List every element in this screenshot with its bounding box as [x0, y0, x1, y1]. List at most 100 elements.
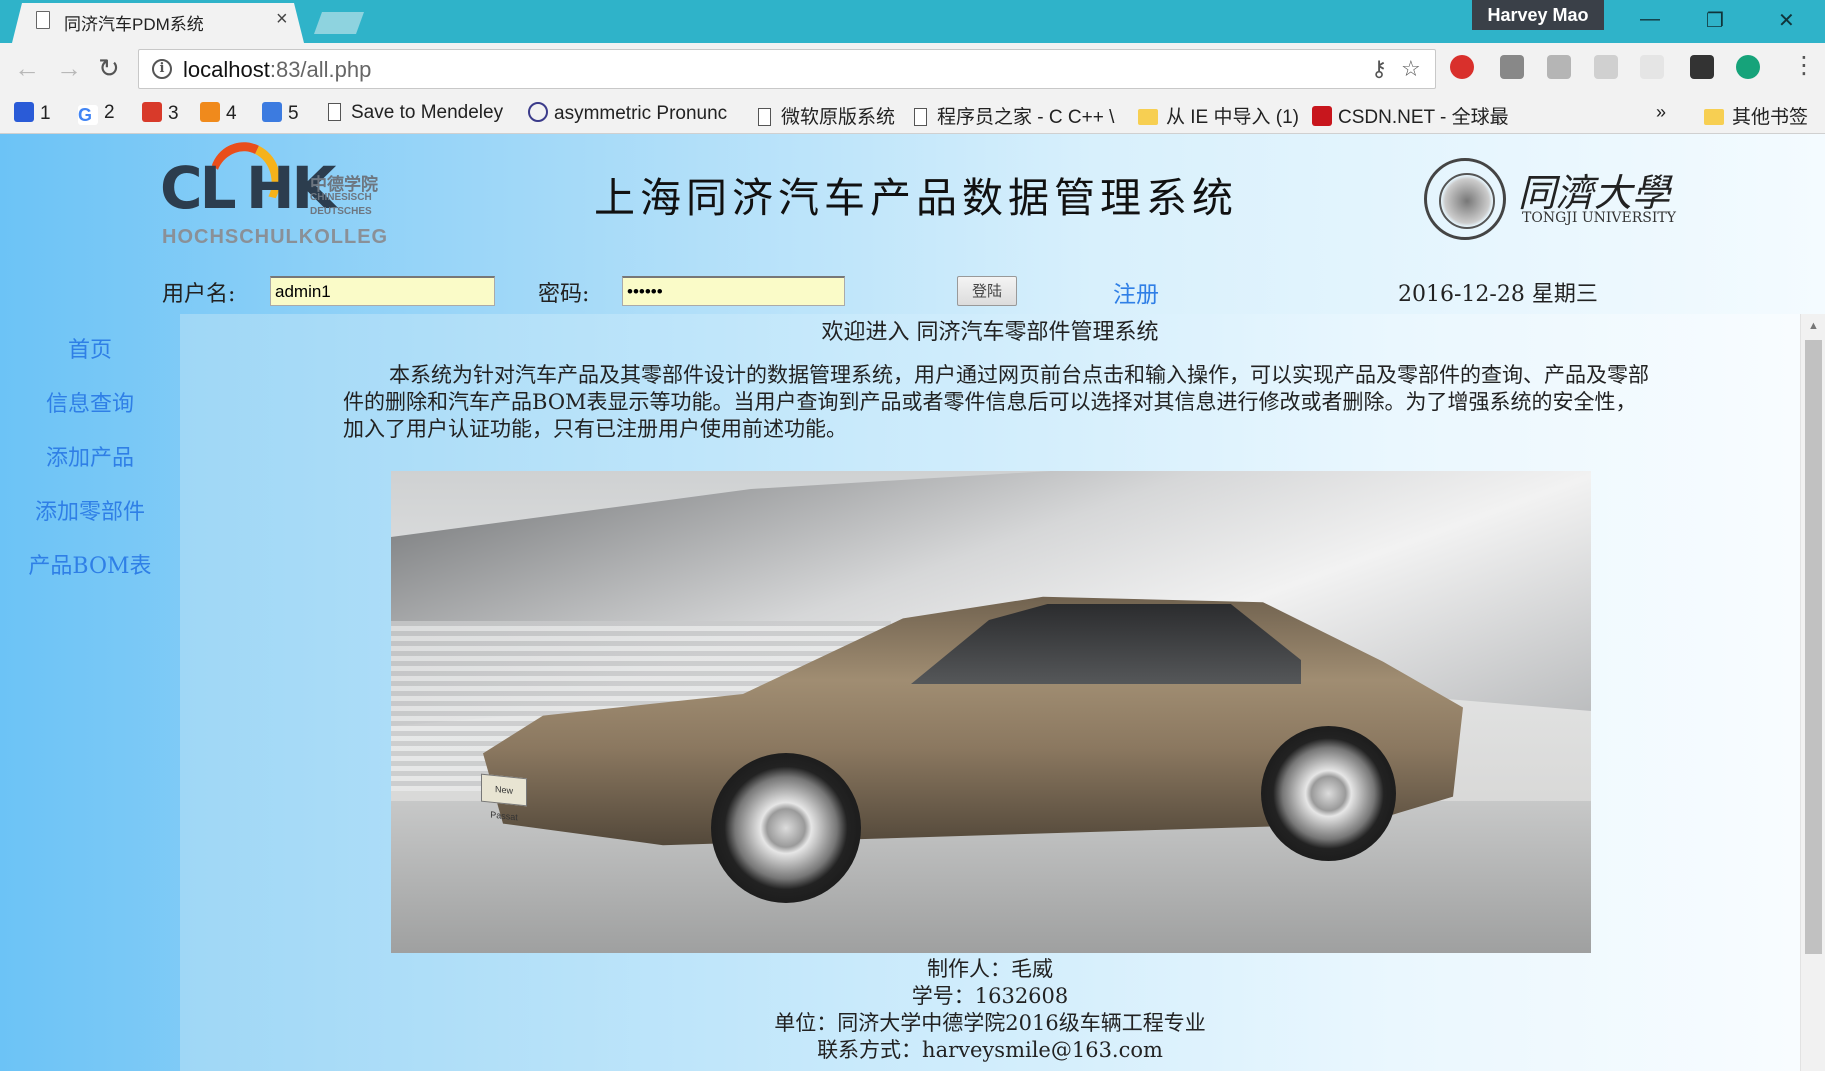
forward-icon[interactable]: → — [56, 53, 82, 84]
scroll-thumb[interactable] — [1805, 340, 1822, 954]
main-content: 欢迎进入 同济汽车零部件管理系统 本系统为针对汽车产品及其零部件设计的数据管理系… — [180, 314, 1800, 1071]
close-tab-icon[interactable]: × — [276, 8, 288, 31]
other-bookmarks[interactable]: 其他书签 — [1704, 102, 1808, 129]
intro-paragraph: 本系统为针对汽车产品及其零部件设计的数据管理系统，用户通过网页前台点击和输入操作… — [343, 363, 1649, 441]
sidebar-item-add-product[interactable]: 添加产品 — [0, 440, 180, 472]
credit-student-id: 学号：1632608 — [911, 984, 1069, 1008]
folder-icon — [1704, 109, 1724, 125]
bookmark-label: 3 — [168, 103, 179, 124]
password-field[interactable] — [622, 276, 845, 306]
browser-toolbar: ← → ↻ i localhost:83/all.php ⚷ ☆ ⋮ — [0, 43, 1825, 96]
star-icon[interactable]: ☆ — [1401, 56, 1421, 82]
paw-icon — [14, 102, 34, 122]
sidebar-item-home[interactable]: 首页 — [0, 332, 180, 364]
url-path: :83/all.php — [269, 57, 372, 82]
rear-wheel — [1261, 726, 1396, 861]
tongji-logo: 同濟大學 TONGJI UNIVERSITY — [1424, 158, 1676, 242]
new-tab-button[interactable] — [314, 12, 364, 34]
credit-unit: 单位：同济大学中德学院2016级车辆工程专业 — [774, 1011, 1206, 1035]
login-form: 用户名: 密码: 登陆 注册 2016-12-28 星期三 — [0, 270, 1825, 314]
bookmark-5[interactable]: 5 — [262, 102, 299, 125]
bookmark-2[interactable]: G2 — [78, 102, 115, 125]
bookmark-label: 程序员之家 - C C++ \ — [937, 107, 1115, 128]
login-button[interactable]: 登陆 — [957, 276, 1017, 306]
bookmark-ie-import[interactable]: 从 IE 中导入 (1) — [1138, 102, 1299, 129]
bookmark-programmer[interactable]: 程序员之家 - C C++ \ — [914, 102, 1114, 129]
sidebar-item-bom[interactable]: 产品BOM表 — [0, 548, 180, 580]
credit-contact: 联系方式：harveysmile@163.com — [817, 1038, 1163, 1062]
url-text[interactable]: localhost:83/all.php — [183, 57, 371, 83]
bookmark-label: 从 IE 中导入 (1) — [1166, 107, 1300, 128]
license-plate: New Passat — [481, 773, 527, 822]
tongji-logo-cn: 同濟大學 — [1518, 171, 1671, 215]
credits: 制作人：毛威 学号：1632608 单位：同济大学中德学院2016级车辆工程专业… — [180, 956, 1800, 1064]
folder-icon — [1138, 109, 1158, 125]
eye-extension-icon[interactable] — [1736, 55, 1760, 79]
bookmark-microsoft[interactable]: 微软原版系统 — [758, 102, 895, 129]
page-icon — [36, 11, 50, 29]
clhk-logo: CL HK 中德学院 CHINESISCH DEUTSCHES HOCHSCHU… — [160, 132, 390, 254]
bookmark-label: 微软原版系统 — [781, 107, 896, 128]
address-bar[interactable]: i localhost:83/all.php ⚷ ☆ — [138, 49, 1436, 89]
sidebar-item-add-part[interactable]: 添加零部件 — [0, 494, 180, 526]
bookmark-label: 其他书签 — [1732, 107, 1809, 128]
menu-icon[interactable]: ⋮ — [1792, 51, 1816, 80]
translate-extension-icon[interactable] — [1500, 55, 1524, 79]
web-page: CL HK 中德学院 CHINESISCH DEUTSCHES HOCHSCHU… — [0, 132, 1825, 1071]
bookmarks-bar: 1 G2 3 4 5 Save to Mendeley asymmetric P… — [0, 96, 1825, 134]
front-wheel — [711, 753, 861, 903]
clhk-logo-hs: HOCHSCHULKOLLEG — [162, 226, 389, 248]
tool-extension-icon[interactable] — [1594, 55, 1618, 79]
bookmark-asymmetric[interactable]: asymmetric Pronunc — [528, 102, 727, 125]
tab-title[interactable]: 同济汽车PDM系统 — [64, 10, 204, 35]
page-icon — [758, 108, 771, 126]
opera-extension-icon[interactable] — [1450, 55, 1474, 79]
csdn-icon — [1312, 106, 1332, 126]
reload-icon[interactable]: ↻ — [98, 53, 120, 84]
credit-author: 制作人：毛威 — [927, 957, 1053, 981]
clhk-logo-text: CL — [160, 154, 237, 222]
scroll-up-icon[interactable]: ▲ — [1808, 320, 1819, 332]
page-icon — [328, 103, 341, 121]
site-header: CL HK 中德学院 CHINESISCH DEUTSCHES HOCHSCHU… — [0, 132, 1825, 314]
close-window-icon[interactable]: ✕ — [1778, 8, 1795, 33]
sidebar-item-query[interactable]: 信息查询 — [0, 386, 180, 418]
bookmark-label: asymmetric Pronunc — [554, 103, 728, 124]
date-text: 2016-12-28 星期三 — [1398, 282, 1598, 307]
welcome-heading: 欢迎进入 同济汽车零部件管理系统 — [821, 320, 1159, 345]
info-icon[interactable]: i — [152, 59, 172, 79]
bookmark-label: Save to Mendeley — [351, 102, 504, 123]
bookmark-4[interactable]: 4 — [200, 102, 237, 125]
bookmark-3[interactable]: 3 — [142, 102, 179, 125]
key-icon[interactable]: ⚷ — [1371, 56, 1387, 82]
tongji-seal-icon — [1424, 158, 1506, 240]
password-label: 密码: — [538, 282, 590, 307]
google-icon: G — [78, 105, 98, 125]
username-label: 用户名: — [162, 282, 236, 307]
sidebar-nav: 首页 信息查询 添加产品 添加零部件 产品BOM表 — [0, 314, 180, 1071]
restore-icon[interactable]: ❐ — [1706, 8, 1724, 33]
bookmark-csdn[interactable]: CSDN.NET - 全球最 — [1312, 102, 1509, 129]
page-icon — [914, 108, 927, 126]
url-host: localhost — [183, 57, 270, 82]
bookmark-label: 4 — [226, 103, 237, 124]
bookmark-1[interactable]: 1 — [14, 102, 51, 125]
register-link[interactable]: 注册 — [1113, 275, 1159, 309]
minimize-icon[interactable]: — — [1640, 8, 1660, 31]
gray-extension-icon[interactable] — [1547, 55, 1571, 79]
hd-extension-icon[interactable] — [1640, 55, 1664, 79]
browser-titlebar: 同济汽车PDM系统 × Harvey Mao — ❐ ✕ — [0, 0, 1825, 43]
c-icon — [528, 102, 548, 122]
page-scrollbar[interactable]: ▲ — [1800, 314, 1825, 1071]
puzzle-icon — [262, 102, 282, 122]
seal-icon — [142, 102, 162, 122]
clhk-logo-de: DEUTSCHES — [310, 206, 372, 217]
username-field[interactable] — [270, 276, 495, 306]
bookmark-mendeley[interactable]: Save to Mendeley — [328, 102, 503, 124]
back-icon[interactable]: ← — [14, 53, 40, 84]
evernote-extension-icon[interactable] — [1690, 55, 1714, 79]
bookmark-label: 2 — [104, 102, 115, 123]
car-image: New Passat — [391, 471, 1591, 953]
bookmarks-overflow-button[interactable]: » — [1656, 102, 1666, 123]
profile-user-badge[interactable]: Harvey Mao — [1472, 0, 1604, 30]
